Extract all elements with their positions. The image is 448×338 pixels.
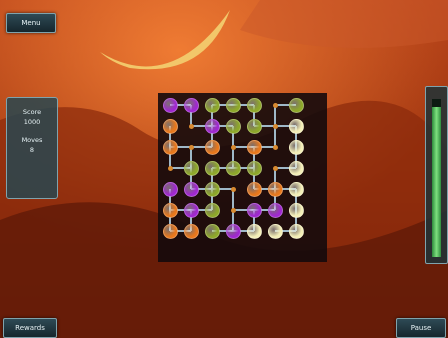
orange-orb[interactable]: [204, 139, 220, 155]
rewards-button[interactable]: Rewards: [3, 318, 57, 338]
purple-orb[interactable]: [162, 181, 178, 197]
orange-orb[interactable]: [246, 181, 262, 197]
stats-panel: Score 1000 Moves 8: [6, 97, 58, 199]
cream-orb[interactable]: [288, 202, 304, 218]
olive-orb[interactable]: [246, 97, 262, 113]
orange-orb[interactable]: [162, 139, 178, 155]
olive-orb[interactable]: [204, 181, 220, 197]
cream-orb[interactable]: [288, 160, 304, 176]
cream-orb[interactable]: [246, 223, 262, 239]
empty-node[interactable]: [230, 144, 236, 150]
olive-orb[interactable]: [183, 160, 199, 176]
purple-orb[interactable]: [183, 181, 199, 197]
purple-orb[interactable]: [183, 97, 199, 113]
cream-orb[interactable]: [288, 181, 304, 197]
moves-label: Moves: [21, 136, 43, 144]
energy-meter-track: [432, 99, 441, 257]
olive-orb[interactable]: [225, 160, 241, 176]
purple-orb[interactable]: [162, 97, 178, 113]
olive-orb[interactable]: [204, 202, 220, 218]
olive-orb[interactable]: [225, 118, 241, 134]
olive-orb[interactable]: [246, 160, 262, 176]
cream-orb[interactable]: [288, 118, 304, 134]
score-value: 1000: [23, 118, 41, 126]
purple-orb[interactable]: [267, 202, 283, 218]
empty-node[interactable]: [272, 102, 278, 108]
score-label: Score: [22, 108, 42, 116]
cream-orb[interactable]: [288, 139, 304, 155]
energy-meter: [425, 86, 448, 264]
purple-orb[interactable]: [204, 118, 220, 134]
purple-orb[interactable]: [225, 223, 241, 239]
cream-orb[interactable]: [267, 223, 283, 239]
empty-node[interactable]: [230, 186, 236, 192]
moves-value: 8: [29, 146, 35, 154]
olive-orb[interactable]: [246, 118, 262, 134]
olive-orb[interactable]: [204, 97, 220, 113]
orange-orb[interactable]: [183, 223, 199, 239]
cream-orb[interactable]: [288, 223, 304, 239]
orange-orb[interactable]: [162, 202, 178, 218]
empty-node[interactable]: [230, 207, 236, 213]
puzzle-board[interactable]: [158, 93, 327, 262]
empty-node[interactable]: [272, 165, 278, 171]
empty-node[interactable]: [272, 144, 278, 150]
orange-orb[interactable]: [246, 139, 262, 155]
empty-node[interactable]: [167, 165, 173, 171]
olive-orb[interactable]: [204, 223, 220, 239]
orange-orb[interactable]: [267, 181, 283, 197]
orange-orb[interactable]: [162, 118, 178, 134]
purple-orb[interactable]: [183, 202, 199, 218]
empty-node[interactable]: [272, 123, 278, 129]
empty-node[interactable]: [188, 144, 194, 150]
olive-orb[interactable]: [225, 97, 241, 113]
orange-orb[interactable]: [162, 223, 178, 239]
energy-meter-fill: [432, 106, 441, 257]
purple-orb[interactable]: [246, 202, 262, 218]
olive-orb[interactable]: [288, 97, 304, 113]
menu-button[interactable]: Menu: [6, 13, 56, 33]
pause-button[interactable]: Pause: [396, 318, 446, 338]
empty-node[interactable]: [188, 123, 194, 129]
olive-orb[interactable]: [204, 160, 220, 176]
